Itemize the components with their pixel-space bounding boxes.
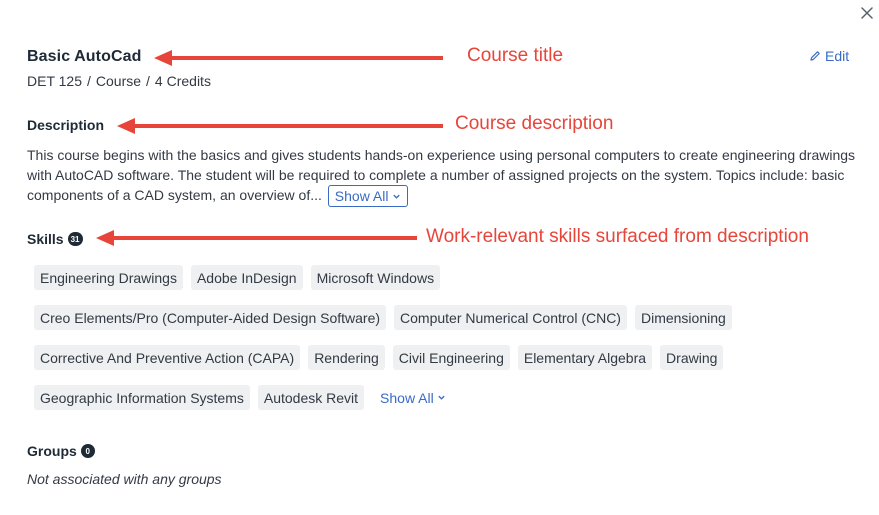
description-body: This course begins with the basics and g…	[27, 147, 856, 203]
skills-show-all-link[interactable]: Show All	[380, 390, 446, 406]
skill-chip: Autodesk Revit	[257, 385, 365, 410]
annotation-course-title: Course title	[467, 45, 564, 66]
groups-heading: Groups 0	[27, 443, 95, 459]
annotation-course-description: Course description	[455, 113, 614, 134]
skill-chip: Microsoft Windows	[310, 265, 441, 290]
skill-chip: Drawing	[660, 345, 724, 370]
skill-chip: Civil Engineering	[392, 345, 510, 370]
skill-chip: Dimensioning	[634, 305, 732, 330]
meta-separator: /	[87, 73, 91, 89]
annotation-arrow-skills	[96, 230, 417, 246]
description-show-all-button[interactable]: Show All	[327, 185, 408, 208]
skills-row: Geographic Information Systems Autodesk …	[34, 385, 446, 410]
annotation-arrow-description	[117, 118, 443, 134]
groups-empty-text: Not associated with any groups	[27, 471, 222, 487]
meta-separator: /	[146, 73, 150, 89]
course-meta: DET 125/Course/4 Credits	[27, 73, 211, 89]
annotation-arrow-title	[154, 50, 443, 66]
description-text: This course begins with the basics and g…	[27, 145, 857, 208]
chevron-down-icon	[392, 194, 400, 199]
description-heading: Description	[27, 117, 104, 133]
close-icon	[861, 7, 873, 19]
course-type: Course	[95, 73, 142, 89]
pencil-icon	[810, 51, 820, 61]
edit-button[interactable]: Edit	[809, 48, 849, 64]
course-credits: 4 Credits	[154, 73, 211, 89]
skill-chip: Corrective And Preventive Action (CAPA)	[34, 345, 301, 370]
skill-chip: Rendering	[308, 345, 385, 370]
skill-chip: Geographic Information Systems	[34, 385, 250, 410]
edit-label: Edit	[825, 48, 850, 64]
skills-heading-label: Skills	[27, 231, 64, 247]
skill-chip: Adobe InDesign	[190, 265, 303, 290]
course-title: Basic AutoCad	[27, 48, 142, 65]
show-all-label: Show All	[380, 389, 434, 406]
skill-chip: Computer Numerical Control (CNC)	[394, 305, 627, 330]
annotation-skills: Work-relevant skills surfaced from descr…	[426, 226, 809, 247]
close-button[interactable]	[858, 4, 876, 22]
skill-chip: Elementary Algebra	[517, 345, 653, 370]
groups-heading-label: Groups	[27, 443, 77, 459]
show-all-label: Show All	[334, 188, 389, 205]
skills-heading: Skills 31	[27, 231, 83, 247]
skill-chip: Engineering Drawings	[34, 265, 183, 290]
skills-count-badge: 31	[67, 232, 83, 246]
chevron-down-icon	[438, 395, 445, 400]
groups-count-badge: 0	[80, 444, 95, 458]
skills-row: Creo Elements/Pro (Computer-Aided Design…	[34, 305, 732, 330]
skills-row: Corrective And Preventive Action (CAPA) …	[34, 345, 724, 370]
skills-row: Engineering Drawings Adobe InDesign Micr…	[34, 265, 441, 290]
skill-chip: Creo Elements/Pro (Computer-Aided Design…	[34, 305, 387, 330]
course-code: DET 125	[27, 73, 82, 89]
description-heading-label: Description	[27, 117, 105, 133]
